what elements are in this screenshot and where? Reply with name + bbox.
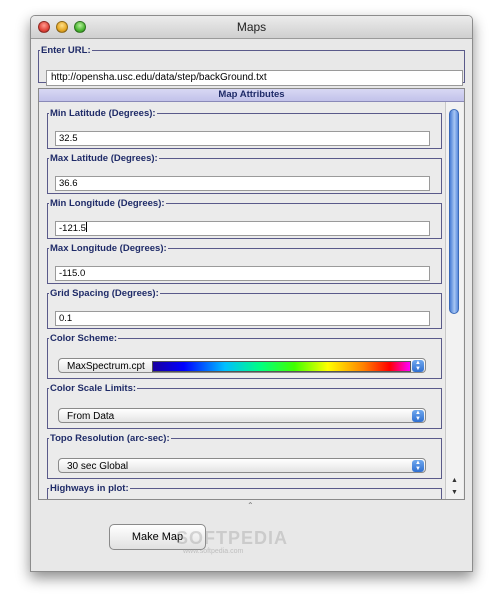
chevron-updown-icon: ▲ ▼ — [412, 460, 424, 472]
min-latitude-label: Min Latitude (Degrees): — [50, 108, 156, 119]
min-longitude-label: Min Longitude (Degrees): — [50, 198, 165, 209]
color-scheme-value: MaxSpectrum.cpt — [67, 361, 145, 372]
map-attributes-panel: Map Attributes Min Latitude (Degrees): 3… — [38, 88, 465, 500]
min-longitude-group: Min Longitude (Degrees): -121.5 — [47, 198, 442, 239]
min-longitude-input: -121.5 — [59, 223, 86, 234]
chevron-updown-icon: ▲ ▼ — [412, 410, 424, 422]
highways-group: Highways in plot: — [47, 483, 442, 499]
max-latitude-input[interactable]: 36.6 — [55, 176, 430, 191]
max-latitude-group: Max Latitude (Degrees): 36.6 — [47, 153, 442, 194]
url-section: Enter URL: http://opensha.usc.edu/data/s… — [38, 45, 465, 86]
scroll-up-icon[interactable]: ▲ — [448, 475, 461, 486]
color-scheme-label: Color Scheme: — [50, 333, 118, 344]
watermark-logo: SOFTPEDIA — [176, 528, 289, 548]
split-pane-grip-icon[interactable]: ⌃ — [247, 501, 254, 510]
window-title: Maps — [236, 20, 267, 34]
highways-label: Highways in plot: — [50, 483, 129, 494]
color-spectrum-swatch — [152, 361, 411, 372]
color-scheme-group: Color Scheme: MaxSpectrum.cpt ▲ ▼ — [47, 333, 442, 379]
min-latitude-group: Min Latitude (Degrees): 32.5 — [47, 108, 442, 149]
color-scale-limits-group: Color Scale Limits: From Data ▲ ▼ — [47, 383, 442, 429]
url-input[interactable]: http://opensha.usc.edu/data/step/backGro… — [46, 70, 463, 86]
title-bar: Maps — [31, 16, 472, 39]
watermark-url: www.softpedia.com — [183, 548, 244, 555]
min-latitude-input[interactable]: 32.5 — [55, 131, 430, 146]
topo-resolution-group: Topo Resolution (arc-sec): 30 sec Global… — [47, 433, 442, 479]
grid-spacing-group: Grid Spacing (Degrees): 0.1 — [47, 288, 442, 329]
text-caret — [85, 222, 87, 232]
color-scale-limits-select[interactable]: From Data ▲ ▼ — [58, 408, 426, 423]
chevron-updown-icon: ▲ ▼ — [412, 360, 424, 372]
scrollbar-thumb[interactable] — [449, 109, 459, 314]
color-scale-limits-label: Color Scale Limits: — [50, 383, 137, 394]
topo-resolution-value: 30 sec Global — [67, 461, 129, 472]
color-scale-limits-value: From Data — [67, 411, 115, 422]
min-longitude-field[interactable]: -121.5 — [55, 221, 430, 236]
color-scheme-select[interactable]: MaxSpectrum.cpt ▲ ▼ — [58, 358, 426, 373]
topo-resolution-select[interactable]: 30 sec Global ▲ ▼ — [58, 458, 426, 473]
max-latitude-label: Max Latitude (Degrees): — [50, 153, 158, 164]
topo-resolution-label: Topo Resolution (arc-sec): — [50, 433, 170, 444]
attributes-scroll-area: Min Latitude (Degrees): 32.5 Max Latitud… — [39, 102, 464, 499]
grid-spacing-input[interactable]: 0.1 — [55, 311, 430, 326]
grid-spacing-label: Grid Spacing (Degrees): — [50, 288, 159, 299]
url-label: Enter URL: — [41, 45, 91, 56]
map-attributes-header: Map Attributes — [39, 89, 464, 102]
scroll-down-icon[interactable]: ▼ — [448, 487, 461, 498]
vertical-scrollbar[interactable]: ▲ ▼ — [445, 102, 463, 499]
max-longitude-input[interactable]: -115.0 — [55, 266, 430, 281]
maps-window: Maps Enter URL: http://opensha.usc.edu/d… — [30, 15, 473, 572]
max-longitude-group: Max Longitude (Degrees): -115.0 — [47, 243, 442, 284]
max-longitude-label: Max Longitude (Degrees): — [50, 243, 167, 254]
